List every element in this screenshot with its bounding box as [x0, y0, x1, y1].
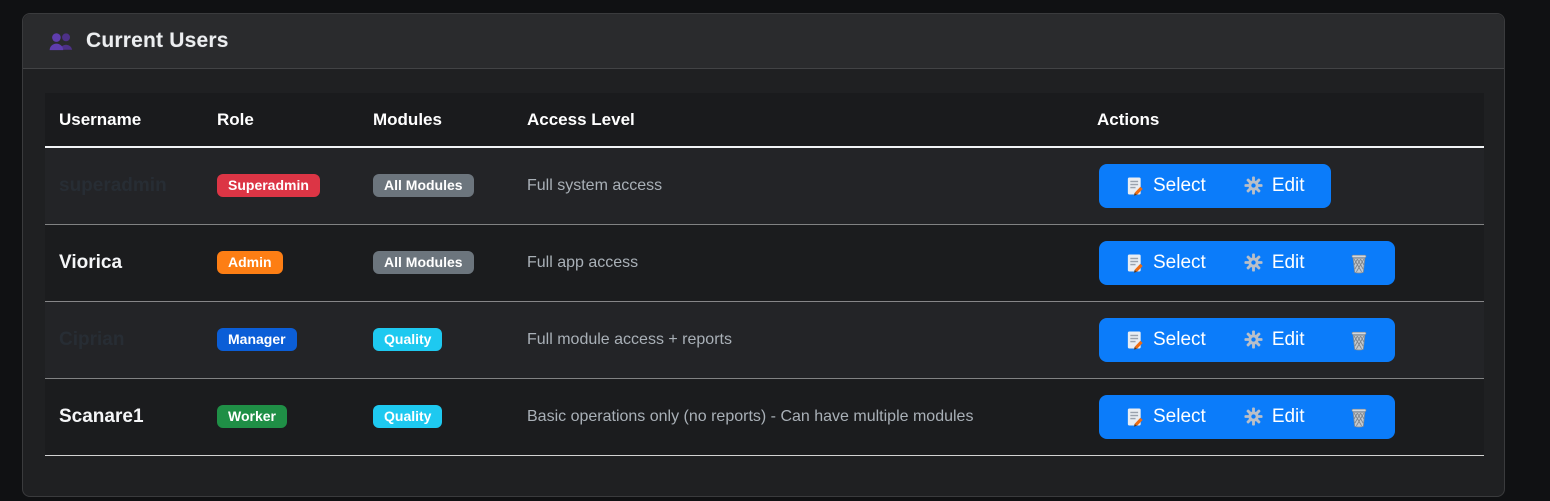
gear-icon [1244, 253, 1263, 272]
select-button[interactable]: Select [1125, 406, 1206, 428]
delete-button[interactable] [1349, 329, 1369, 351]
access-level-cell: Full app access [527, 254, 638, 271]
gear-icon [1244, 176, 1263, 195]
gear-icon [1244, 407, 1263, 426]
trash-icon [1349, 406, 1369, 428]
access-level-cell: Full module access + reports [527, 331, 732, 348]
column-header-username: Username [45, 93, 203, 147]
column-header-modules: Modules [359, 93, 513, 147]
action-button-group: Select Edit [1099, 395, 1395, 439]
username-cell: Scanare1 [59, 406, 144, 427]
select-button[interactable]: Select [1125, 252, 1206, 274]
card-header: Current Users [23, 14, 1504, 69]
card-body: Username Role Modules Access Level Actio… [23, 69, 1504, 480]
select-button[interactable]: Select [1125, 329, 1206, 351]
memo-icon [1125, 176, 1144, 196]
username-cell: Ciprian [59, 329, 124, 350]
delete-button[interactable] [1349, 406, 1369, 428]
role-badge: Admin [217, 251, 283, 274]
username-cell: Viorica [59, 252, 122, 273]
gear-icon [1244, 330, 1263, 349]
role-badge: Manager [217, 328, 297, 351]
memo-icon [1125, 176, 1144, 196]
table-row: Ciprian Manager Quality Full module acce… [45, 301, 1484, 378]
column-header-access-level: Access Level [513, 93, 1083, 147]
memo-icon [1125, 253, 1144, 273]
page-title: Current Users [86, 29, 229, 53]
access-level-cell: Full system access [527, 177, 662, 194]
column-header-role: Role [203, 93, 359, 147]
gear-icon [1244, 407, 1263, 426]
edit-button[interactable]: Edit [1244, 252, 1305, 274]
memo-icon [1125, 330, 1144, 350]
table-header-row: Username Role Modules Access Level Actio… [45, 93, 1484, 147]
gear-icon [1244, 176, 1263, 195]
column-header-actions: Actions [1083, 93, 1484, 147]
gear-icon [1244, 330, 1263, 349]
trash-icon [1349, 406, 1369, 428]
edit-button[interactable]: Edit [1244, 175, 1305, 197]
table-row: Scanare1 Worker Quality Basic operations… [45, 378, 1484, 455]
memo-icon [1125, 407, 1144, 427]
edit-button[interactable]: Edit [1244, 406, 1305, 428]
trash-icon [1349, 252, 1369, 274]
trash-icon [1349, 329, 1369, 351]
modules-badge: Quality [373, 328, 442, 351]
memo-icon [1125, 330, 1144, 350]
action-button-group: Select Edit [1099, 164, 1331, 208]
access-level-cell: Basic operations only (no reports) - Can… [527, 408, 973, 425]
memo-icon [1125, 407, 1144, 427]
table-row: superadmin Superadmin All Modules Full s… [45, 147, 1484, 224]
trash-icon [1349, 252, 1369, 274]
role-badge: Superadmin [217, 174, 320, 197]
select-button[interactable]: Select [1125, 175, 1206, 197]
edit-button[interactable]: Edit [1244, 329, 1305, 351]
trash-icon [1349, 329, 1369, 351]
username-cell: superadmin [59, 175, 167, 196]
action-button-group: Select Edit [1099, 241, 1395, 285]
table-row: Viorica Admin All Modules Full app acces… [45, 224, 1484, 301]
role-badge: Worker [217, 405, 287, 428]
users-icon [47, 30, 75, 52]
delete-button[interactable] [1349, 252, 1369, 274]
memo-icon [1125, 253, 1144, 273]
users-table: Username Role Modules Access Level Actio… [45, 93, 1484, 456]
current-users-card: Current Users Username Role Modules Acce… [22, 13, 1505, 497]
modules-badge: Quality [373, 405, 442, 428]
modules-badge: All Modules [373, 251, 474, 274]
gear-icon [1244, 253, 1263, 272]
modules-badge: All Modules [373, 174, 474, 197]
action-button-group: Select Edit [1099, 318, 1395, 362]
